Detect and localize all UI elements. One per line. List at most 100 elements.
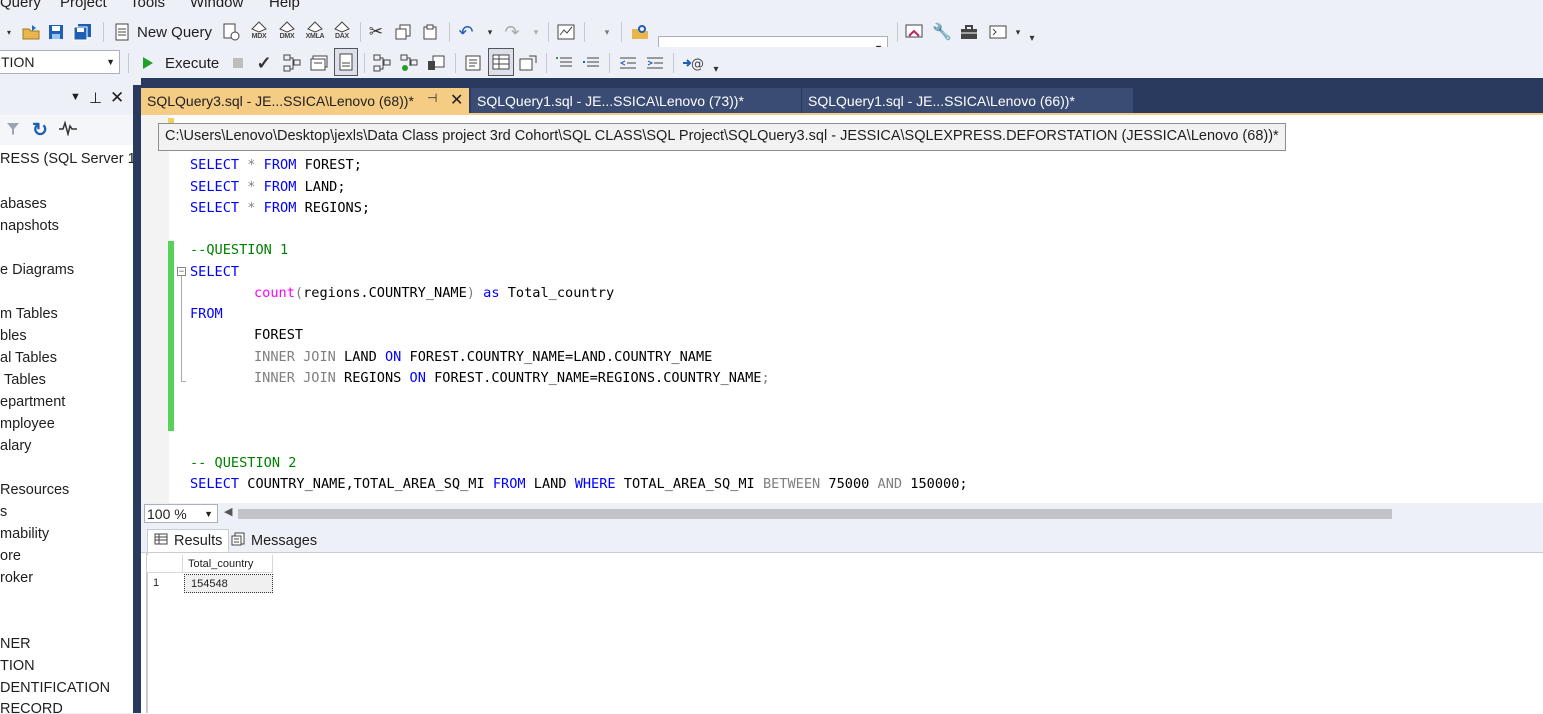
scroll-left-icon[interactable]: ◀ bbox=[224, 505, 232, 518]
include-actual-plan-icon[interactable] bbox=[371, 52, 393, 74]
zoom-dropdown[interactable]: 100 % ▼ bbox=[144, 504, 218, 523]
tree-item[interactable]: alary bbox=[0, 438, 31, 454]
tree-item[interactable]: ore bbox=[0, 548, 21, 564]
tab-messages[interactable]: Messages bbox=[225, 529, 323, 552]
toolbar-options-icon[interactable]: ▾ bbox=[711, 58, 721, 80]
menu-query[interactable]: Query bbox=[0, 0, 41, 11]
dax-query-icon[interactable]: DAX bbox=[330, 19, 354, 41]
separator bbox=[546, 53, 547, 73]
refresh-icon[interactable]: ↻ bbox=[32, 119, 48, 142]
comment-out-icon[interactable] bbox=[553, 52, 575, 74]
activity-monitor-icon[interactable] bbox=[555, 21, 577, 43]
collapse-toggle-icon[interactable]: − bbox=[177, 267, 186, 276]
execute-button[interactable]: Execute bbox=[165, 55, 219, 72]
undo-dropdown-icon[interactable]: ▾ bbox=[484, 21, 496, 43]
copy-icon[interactable] bbox=[393, 21, 413, 43]
menu-tools[interactable]: Tools bbox=[130, 0, 165, 11]
save-icon[interactable] bbox=[46, 21, 66, 43]
tree-item[interactable]: bles bbox=[0, 328, 27, 344]
tree-item[interactable]: e Diagrams bbox=[0, 262, 74, 278]
pin-icon[interactable]: ⊥ bbox=[89, 89, 102, 107]
display-estimated-plan-icon[interactable] bbox=[281, 52, 303, 74]
new-query-button[interactable]: New Query bbox=[137, 24, 212, 41]
pin-icon[interactable]: ⊣ bbox=[427, 91, 437, 105]
separator bbox=[103, 22, 104, 42]
menu-help[interactable]: Help bbox=[269, 0, 300, 11]
toolbar-options-icon[interactable]: ▾ bbox=[1027, 27, 1037, 49]
tree-item[interactable]: napshots bbox=[0, 218, 59, 234]
tree-item[interactable]: RECORD bbox=[0, 701, 63, 713]
tree-item[interactable]: m Tables bbox=[0, 306, 58, 322]
tree-item[interactable]: epartment bbox=[0, 394, 65, 410]
results-to-text-icon[interactable] bbox=[462, 52, 484, 74]
tree-item[interactable]: Resources bbox=[0, 482, 69, 498]
undo-icon[interactable]: ↶ bbox=[456, 21, 476, 43]
open-file-icon[interactable] bbox=[20, 21, 42, 43]
tree-item[interactable]: Tables bbox=[4, 372, 46, 388]
query-options-icon[interactable] bbox=[308, 52, 330, 74]
code-operator: ) bbox=[466, 285, 475, 301]
results-to-grid-icon[interactable] bbox=[488, 48, 514, 76]
tree-item[interactable]: NER bbox=[0, 636, 31, 652]
tab-sqlquery1-73[interactable]: SQLQuery1.sql - JE...SSICA\Lenovo (73))* bbox=[471, 88, 801, 113]
specify-template-values-icon[interactable]: @ bbox=[681, 52, 705, 74]
save-all-icon[interactable] bbox=[72, 21, 94, 43]
query-editor[interactable]: SELECT * FROM FOREST; SELECT * FROM LAND… bbox=[141, 115, 1543, 503]
paste-icon[interactable] bbox=[420, 21, 440, 43]
parse-checkmark-icon[interactable]: ✓ bbox=[254, 52, 274, 74]
tree-item[interactable]: abases bbox=[0, 196, 47, 212]
tab-sqlquery3[interactable]: SQLQuery3.sql - JE...SSICA\Lenovo (68))*… bbox=[141, 88, 469, 113]
wrench-icon[interactable]: 🔧 bbox=[931, 21, 953, 43]
close-icon[interactable]: ✕ bbox=[450, 90, 463, 110]
toolbar-bottom-strip bbox=[0, 78, 141, 85]
dropdown-arrow-icon[interactable]: ▾ bbox=[4, 21, 14, 43]
mdx-query-icon[interactable]: MDX bbox=[247, 19, 271, 41]
increase-indent-icon[interactable] bbox=[644, 52, 666, 74]
filter-icon[interactable] bbox=[6, 121, 20, 140]
menu-window[interactable]: Window bbox=[190, 0, 243, 11]
separator bbox=[548, 22, 549, 42]
intellisense-toggle-icon[interactable] bbox=[334, 48, 358, 76]
activity-pulse-icon[interactable] bbox=[58, 120, 78, 139]
client-statistics-icon[interactable] bbox=[425, 52, 447, 74]
uncomment-icon[interactable] bbox=[580, 52, 602, 74]
row-number[interactable]: 1 bbox=[147, 573, 183, 593]
xmla-query-icon[interactable]: XMLA bbox=[302, 19, 328, 41]
execute-icon[interactable] bbox=[138, 52, 158, 74]
column-header[interactable]: Total_country bbox=[183, 555, 273, 573]
live-query-statistics-icon[interactable] bbox=[398, 52, 420, 74]
tab-results[interactable]: Results bbox=[147, 529, 230, 552]
code-operator: ; bbox=[761, 370, 770, 386]
pane-options-chevron-icon[interactable]: ▼ bbox=[70, 91, 81, 103]
new-query-icon[interactable] bbox=[112, 21, 132, 43]
dmx-query-icon[interactable]: DMX bbox=[275, 19, 299, 41]
horizontal-scrollbar-thumb[interactable] bbox=[238, 509, 1392, 519]
tree-item[interactable]: s bbox=[0, 504, 7, 520]
command-window-icon[interactable] bbox=[987, 21, 1009, 43]
results-to-file-icon[interactable] bbox=[517, 52, 539, 74]
cut-icon[interactable]: ✂ bbox=[366, 21, 386, 43]
find-in-files-icon[interactable] bbox=[629, 21, 651, 43]
database-engine-query-icon[interactable] bbox=[221, 21, 241, 43]
dropdown-arrow-icon[interactable]: ▾ bbox=[1012, 21, 1024, 43]
grid-cell[interactable]: 154548 bbox=[184, 574, 273, 593]
close-icon[interactable]: ✕ bbox=[110, 88, 124, 108]
tree-item[interactable]: mployee bbox=[0, 416, 55, 432]
menu-project[interactable]: Project bbox=[60, 0, 107, 11]
decrease-indent-icon[interactable] bbox=[617, 52, 639, 74]
tab-messages-label: Messages bbox=[251, 532, 318, 549]
tree-item[interactable]: mability bbox=[0, 526, 49, 542]
tree-item[interactable]: al Tables bbox=[0, 350, 57, 366]
toolbox-icon[interactable] bbox=[958, 21, 980, 43]
outline-line-end bbox=[181, 381, 186, 382]
tree-item[interactable]: TION bbox=[0, 658, 35, 674]
pane-splitter[interactable] bbox=[133, 85, 141, 713]
registered-servers-icon[interactable] bbox=[903, 21, 925, 43]
tab-sqlquery1-66[interactable]: SQLQuery1.sql - JE...SSICA\Lenovo (66))* bbox=[802, 88, 1133, 113]
tree-item[interactable]: roker bbox=[0, 570, 33, 586]
tree-server-node[interactable]: RESS (SQL Server 16. bbox=[0, 151, 133, 167]
code-keyword: FROM bbox=[263, 157, 297, 173]
available-databases-dropdown[interactable]: TION ▼ bbox=[0, 50, 120, 74]
tree-item[interactable]: DENTIFICATION bbox=[0, 680, 110, 696]
dropdown-arrow-icon[interactable]: ▾ bbox=[601, 21, 613, 43]
